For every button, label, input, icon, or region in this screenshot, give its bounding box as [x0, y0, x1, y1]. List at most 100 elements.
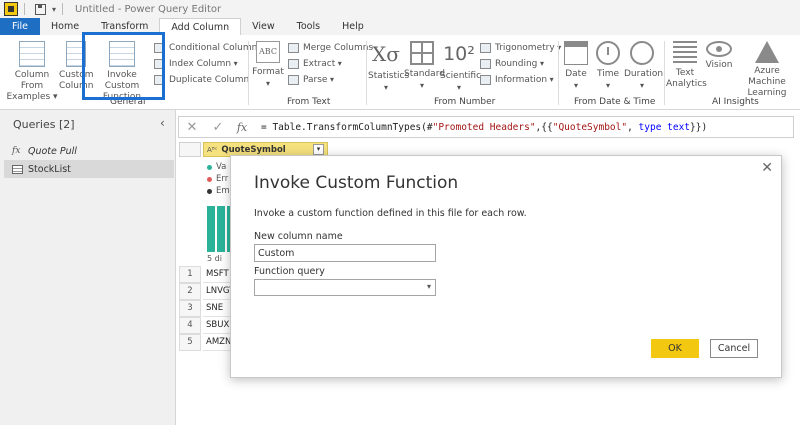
standard-button[interactable]: Standard	[404, 41, 445, 92]
format-button[interactable]: ABC Format	[252, 41, 284, 90]
information-button[interactable]: Information	[480, 73, 554, 87]
format-icon: ABC	[256, 41, 280, 63]
text-analytics-button[interactable]: Text Analytics	[666, 41, 707, 90]
formula-input[interactable]: = Table.TransformColumnTypes(#"Promoted …	[261, 122, 707, 133]
eye-icon	[706, 41, 732, 57]
valid-dot-icon	[207, 164, 212, 170]
text-type-icon[interactable]: Aᴮᶜ	[207, 146, 217, 154]
fx-icon[interactable]: fx	[231, 121, 253, 134]
formula-sep: ,	[627, 121, 639, 133]
row-number[interactable]: 4	[179, 317, 201, 334]
row-number[interactable]: 1	[179, 266, 201, 283]
statistics-label: Statistics	[368, 71, 409, 93]
close-icon[interactable]: ✕	[761, 160, 773, 176]
clock-icon	[596, 41, 620, 65]
exponent-icon: 10²	[443, 43, 475, 65]
vision-label: Vision	[705, 60, 733, 70]
formula-keyword: type text	[638, 121, 691, 133]
statistics-button[interactable]: Xσ Statistics	[368, 41, 409, 94]
row-number[interactable]: 3	[179, 300, 201, 317]
group-separator	[366, 41, 367, 105]
conditional-column-label: Conditional Column	[169, 43, 258, 53]
query-item-quote-pull[interactable]: fx Quote Pull	[4, 142, 174, 160]
group-label-from-number: From Number	[434, 97, 496, 107]
column-filter-dropdown-icon[interactable]: ▾	[313, 144, 324, 155]
tab-view[interactable]: View	[241, 18, 286, 35]
duplicate-column-button[interactable]: Duplicate Column	[154, 73, 249, 87]
flask-icon	[755, 41, 779, 63]
collapse-pane-icon[interactable]: ‹	[160, 116, 165, 130]
error-dot-icon	[207, 176, 212, 182]
duration-button[interactable]: Duration	[624, 41, 663, 92]
queries-title: Queries [2]	[13, 118, 75, 131]
column-from-examples-label: Column From Examples ▾	[6, 70, 58, 102]
group-label-ai-insights: AI Insights	[712, 97, 759, 107]
format-label: Format	[252, 67, 284, 89]
formula-bar: ✕ ✓ fx = Table.TransformColumnTypes(#"Pr…	[178, 116, 794, 138]
conditional-column-button[interactable]: Conditional Column	[154, 41, 257, 55]
query-item-label: Quote Pull	[28, 145, 77, 157]
column-from-examples-button[interactable]: Column From Examples ▾	[4, 41, 60, 103]
dialog-title: Invoke Custom Function	[254, 173, 459, 193]
valid-label: Va	[216, 162, 227, 172]
formula-cancel-icon[interactable]: ✕	[179, 120, 205, 135]
ok-button[interactable]: OK	[651, 339, 699, 358]
azure-ml-label: Azure Machine Learning	[747, 66, 787, 98]
formula-string: "Promoted Headers"	[432, 121, 536, 133]
scientific-button[interactable]: 10² Scientific	[440, 41, 481, 94]
sigma-icon: Xσ	[372, 42, 400, 66]
column-from-examples-icon	[19, 41, 45, 67]
parse-label: Parse	[303, 75, 334, 85]
index-column-button[interactable]: Index Column	[154, 57, 238, 71]
tab-file[interactable]: File	[0, 18, 40, 35]
distribution-bar	[217, 206, 225, 252]
rounding-icon	[480, 59, 491, 69]
function-query-value	[255, 282, 258, 292]
window-title: Untitled - Power Query Editor	[75, 3, 222, 15]
table-corner-menu[interactable]	[179, 142, 201, 157]
trigonometry-icon	[480, 43, 491, 53]
text-analytics-label: Text Analytics	[666, 68, 707, 89]
tab-tools[interactable]: Tools	[286, 18, 331, 35]
time-button[interactable]: Time	[594, 41, 622, 92]
group-label-from-date-time: From Date & Time	[574, 97, 656, 107]
quick-access-dropdown-icon[interactable]: ▾	[52, 5, 56, 14]
extract-icon	[288, 59, 299, 69]
distribution-bar	[207, 206, 215, 252]
extract-button[interactable]: Extract	[288, 57, 342, 71]
trigonometry-label: Trigonometry	[495, 43, 561, 53]
error-label: Err	[216, 174, 229, 184]
row-number[interactable]: 5	[179, 334, 201, 351]
text-analytics-icon	[673, 41, 697, 65]
time-label: Time	[597, 69, 619, 91]
tab-help[interactable]: Help	[331, 18, 375, 35]
query-item-stocklist[interactable]: StockList	[4, 160, 174, 178]
group-separator	[248, 41, 249, 105]
row-number[interactable]: 2	[179, 283, 201, 300]
function-query-label: Function query	[254, 266, 325, 277]
date-button[interactable]: Date	[562, 41, 590, 92]
save-icon[interactable]	[35, 3, 46, 15]
function-query-select[interactable]: ▾	[254, 279, 436, 296]
query-item-label: StockList	[28, 163, 71, 175]
merge-columns-button[interactable]: Merge Columns	[288, 41, 373, 55]
tab-add-column[interactable]: Add Column	[159, 18, 242, 35]
empty-label: Em	[216, 186, 230, 196]
formula-prefix: = Table.TransformColumnTypes(#	[261, 121, 433, 133]
vision-button[interactable]: Vision	[704, 41, 734, 71]
cancel-button[interactable]: Cancel	[710, 339, 758, 358]
merge-columns-label: Merge Columns	[303, 43, 374, 53]
scientific-label: Scientific	[440, 71, 481, 93]
new-column-name-input[interactable]	[254, 244, 436, 262]
merge-columns-icon	[288, 43, 299, 53]
parse-button[interactable]: Parse	[288, 73, 334, 87]
index-column-label: Index Column	[169, 59, 238, 69]
chevron-down-icon: ▾	[426, 282, 431, 291]
rounding-button[interactable]: Rounding	[480, 57, 544, 71]
azure-ml-button[interactable]: Azure Machine Learning	[736, 41, 798, 99]
trigonometry-button[interactable]: Trigonometry	[480, 41, 561, 55]
standard-label: Standard	[404, 69, 445, 91]
formula-commit-icon[interactable]: ✓	[205, 120, 231, 135]
information-label: Information	[495, 75, 554, 85]
invoke-custom-function-highlight	[82, 32, 165, 100]
